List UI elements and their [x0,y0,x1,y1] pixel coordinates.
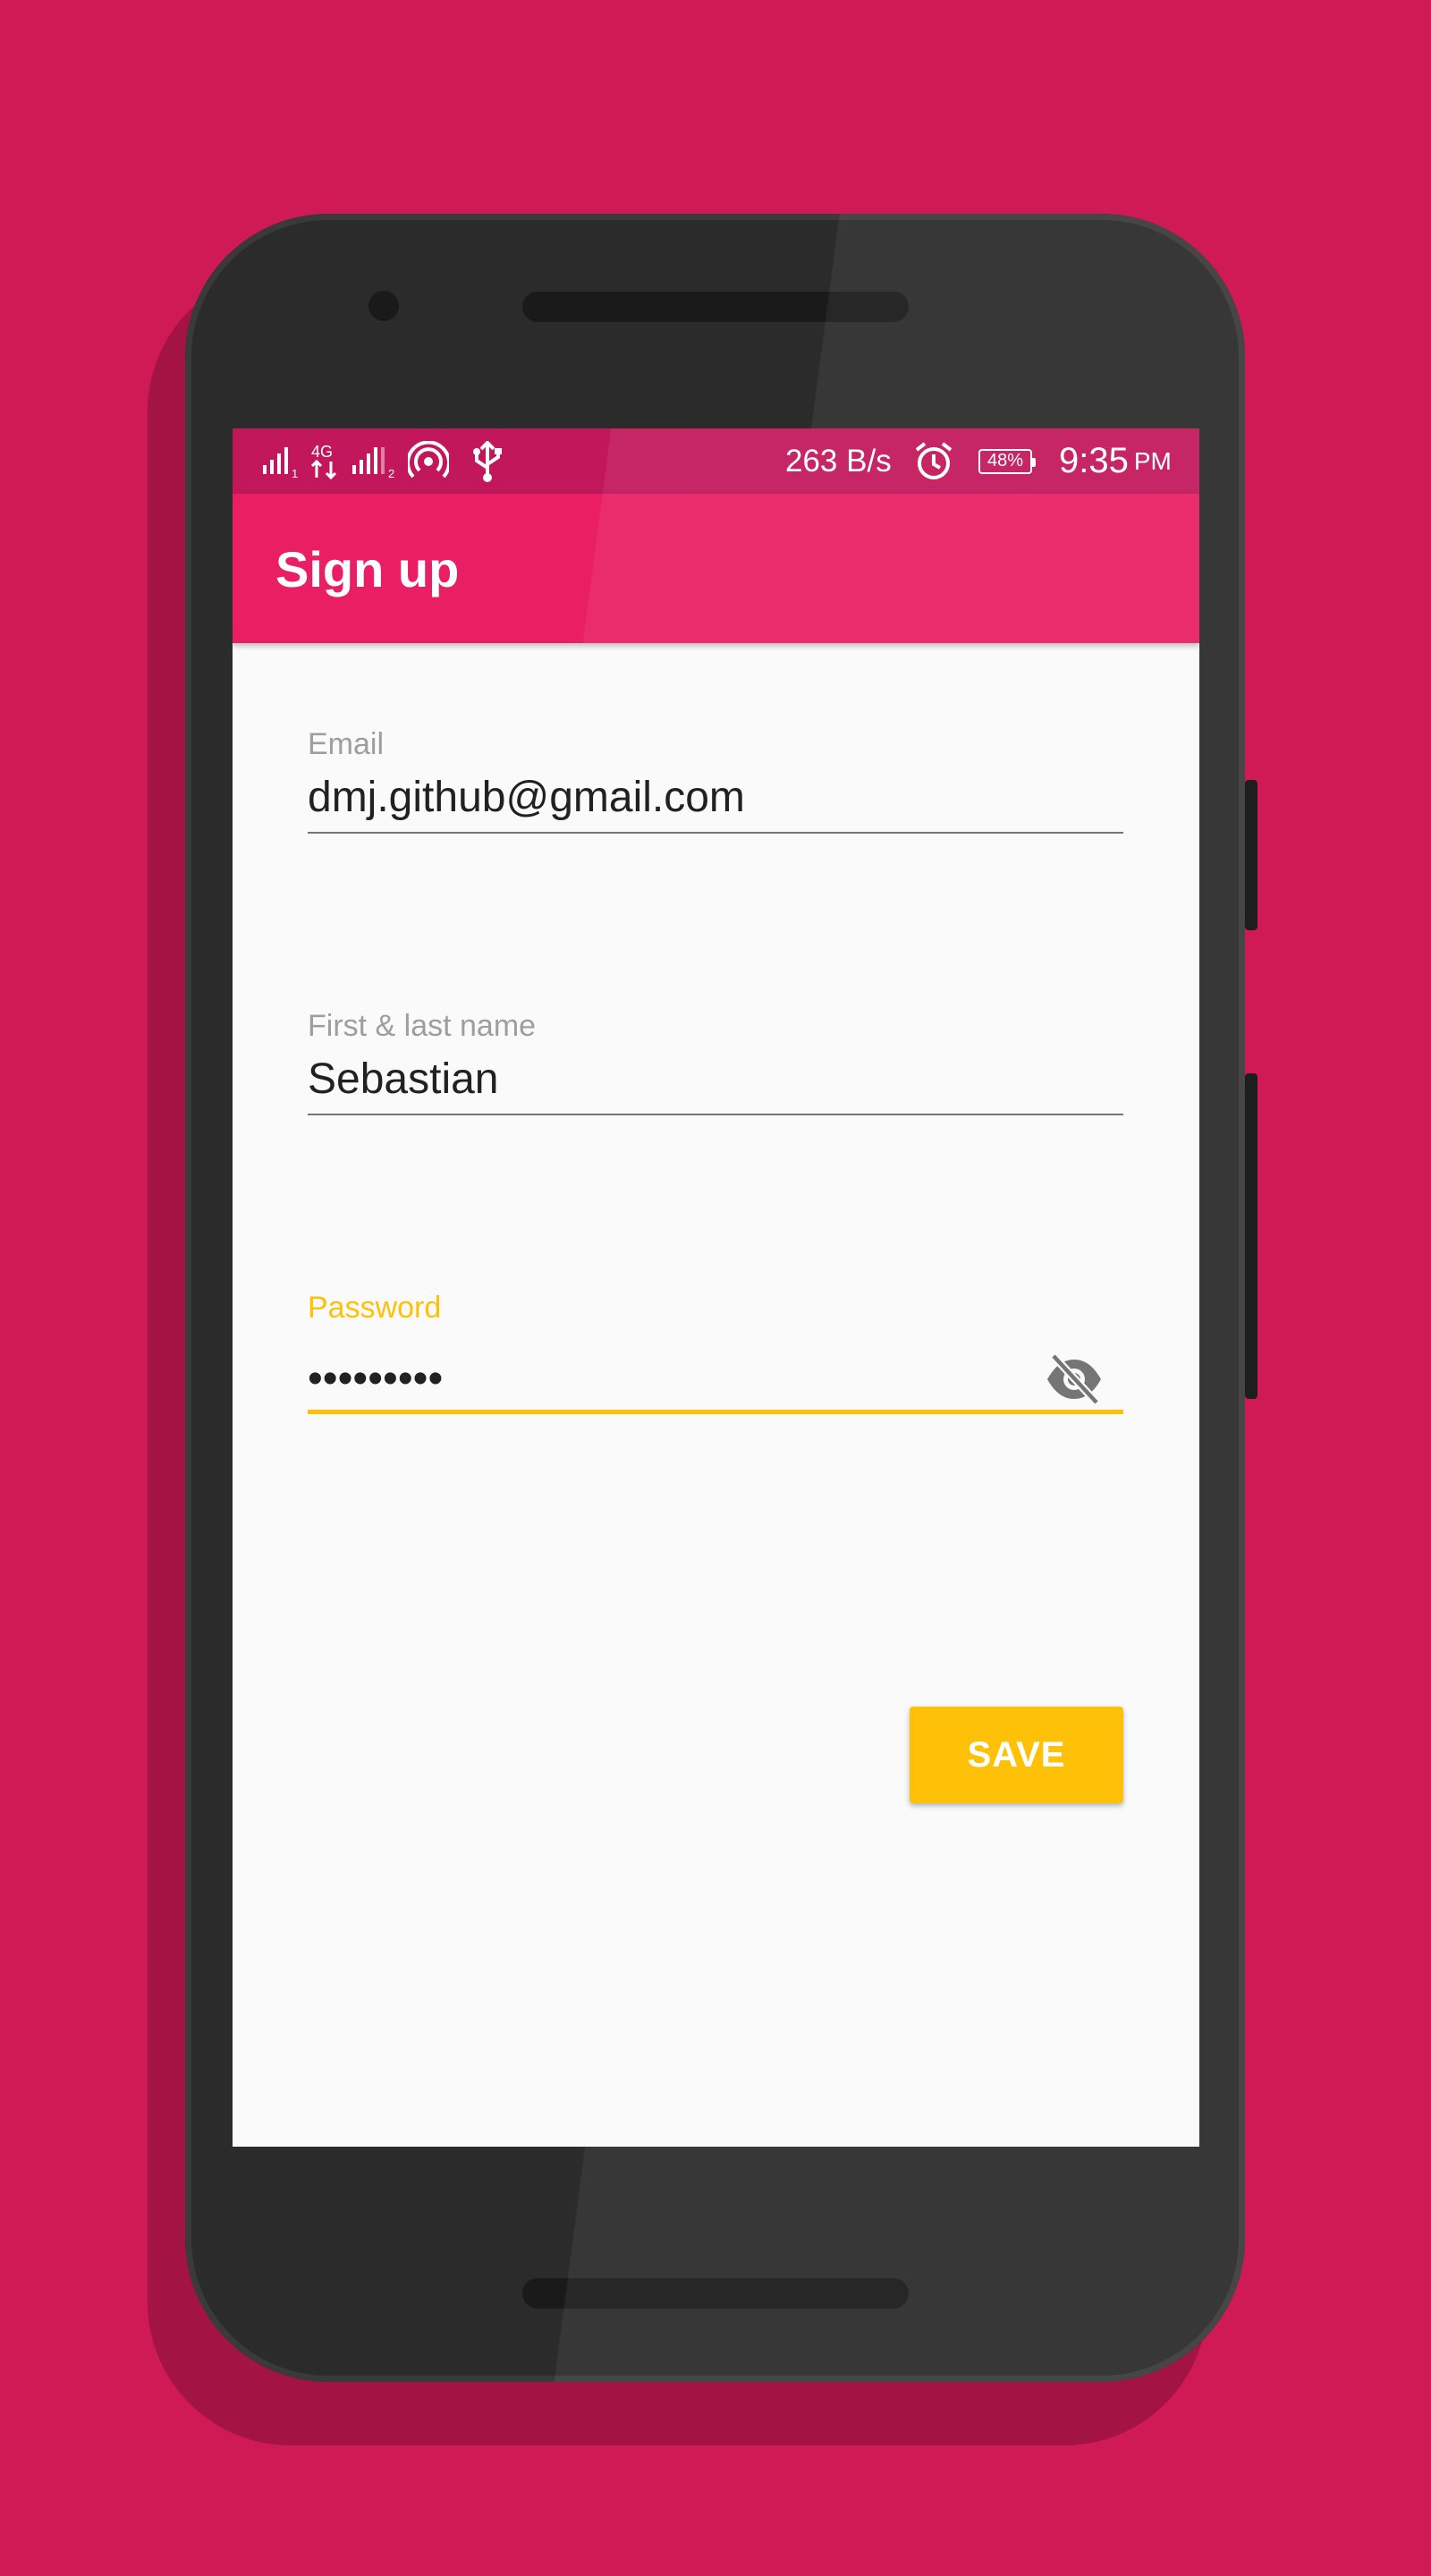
signal-sim2-icon: 2 [352,428,399,494]
sim1-index: 1 [292,467,298,479]
volume-button [1245,1073,1257,1399]
clock-time: 9:35 [1059,441,1129,480]
visibility-off-icon[interactable] [1045,1352,1104,1406]
network-speed: 263 B/s [785,428,892,494]
email-underline [308,832,1123,834]
network-type: 4G [311,443,333,461]
page-title: Sign up [275,541,460,597]
password-field[interactable]: Password ••••••••• [308,1290,1123,1417]
battery-icon: 48% [978,428,1036,494]
password-underline [308,1410,1123,1414]
background: 1 4G 2 263 B/s 48% 9:35 PM Sign up Email… [0,0,1431,2576]
screen: 1 4G 2 263 B/s 48% 9:35 PM Sign up Email… [233,428,1199,2147]
password-input[interactable]: ••••••••• [308,1354,443,1404]
name-underline [308,1114,1123,1115]
signal-sim1-icon: 1 [263,428,301,494]
name-label: First & last name [308,1009,537,1043]
clock-am-pm: PM [1133,446,1172,475]
hotspot-icon [408,428,449,494]
save-button[interactable]: SAVE [910,1707,1123,1803]
name-field[interactable]: First & last name Sebastian [308,1008,1123,1115]
4g-data-icon: 4G [309,428,340,494]
front-camera [368,291,399,321]
app-bar: Sign up [233,494,1199,643]
password-label: Password [308,1291,442,1325]
email-label: Email [308,727,385,761]
network-speed-text: 263 B/s [785,443,892,479]
clock: 9:35 PM [1059,428,1172,494]
status-bar: 1 4G 2 263 B/s 48% 9:35 PM [233,428,1199,494]
earpiece-speaker [522,292,909,322]
power-button [1245,780,1257,930]
battery-percent: 48% [986,451,1024,470]
email-input[interactable]: dmj.github@gmail.com [308,773,745,823]
usb-icon [470,428,504,494]
bottom-speaker [522,2278,909,2309]
name-input[interactable]: Sebastian [308,1055,499,1105]
email-field[interactable]: Email dmj.github@gmail.com [308,726,1123,834]
alarm-icon [914,428,953,494]
sim2-index: 2 [388,467,394,479]
